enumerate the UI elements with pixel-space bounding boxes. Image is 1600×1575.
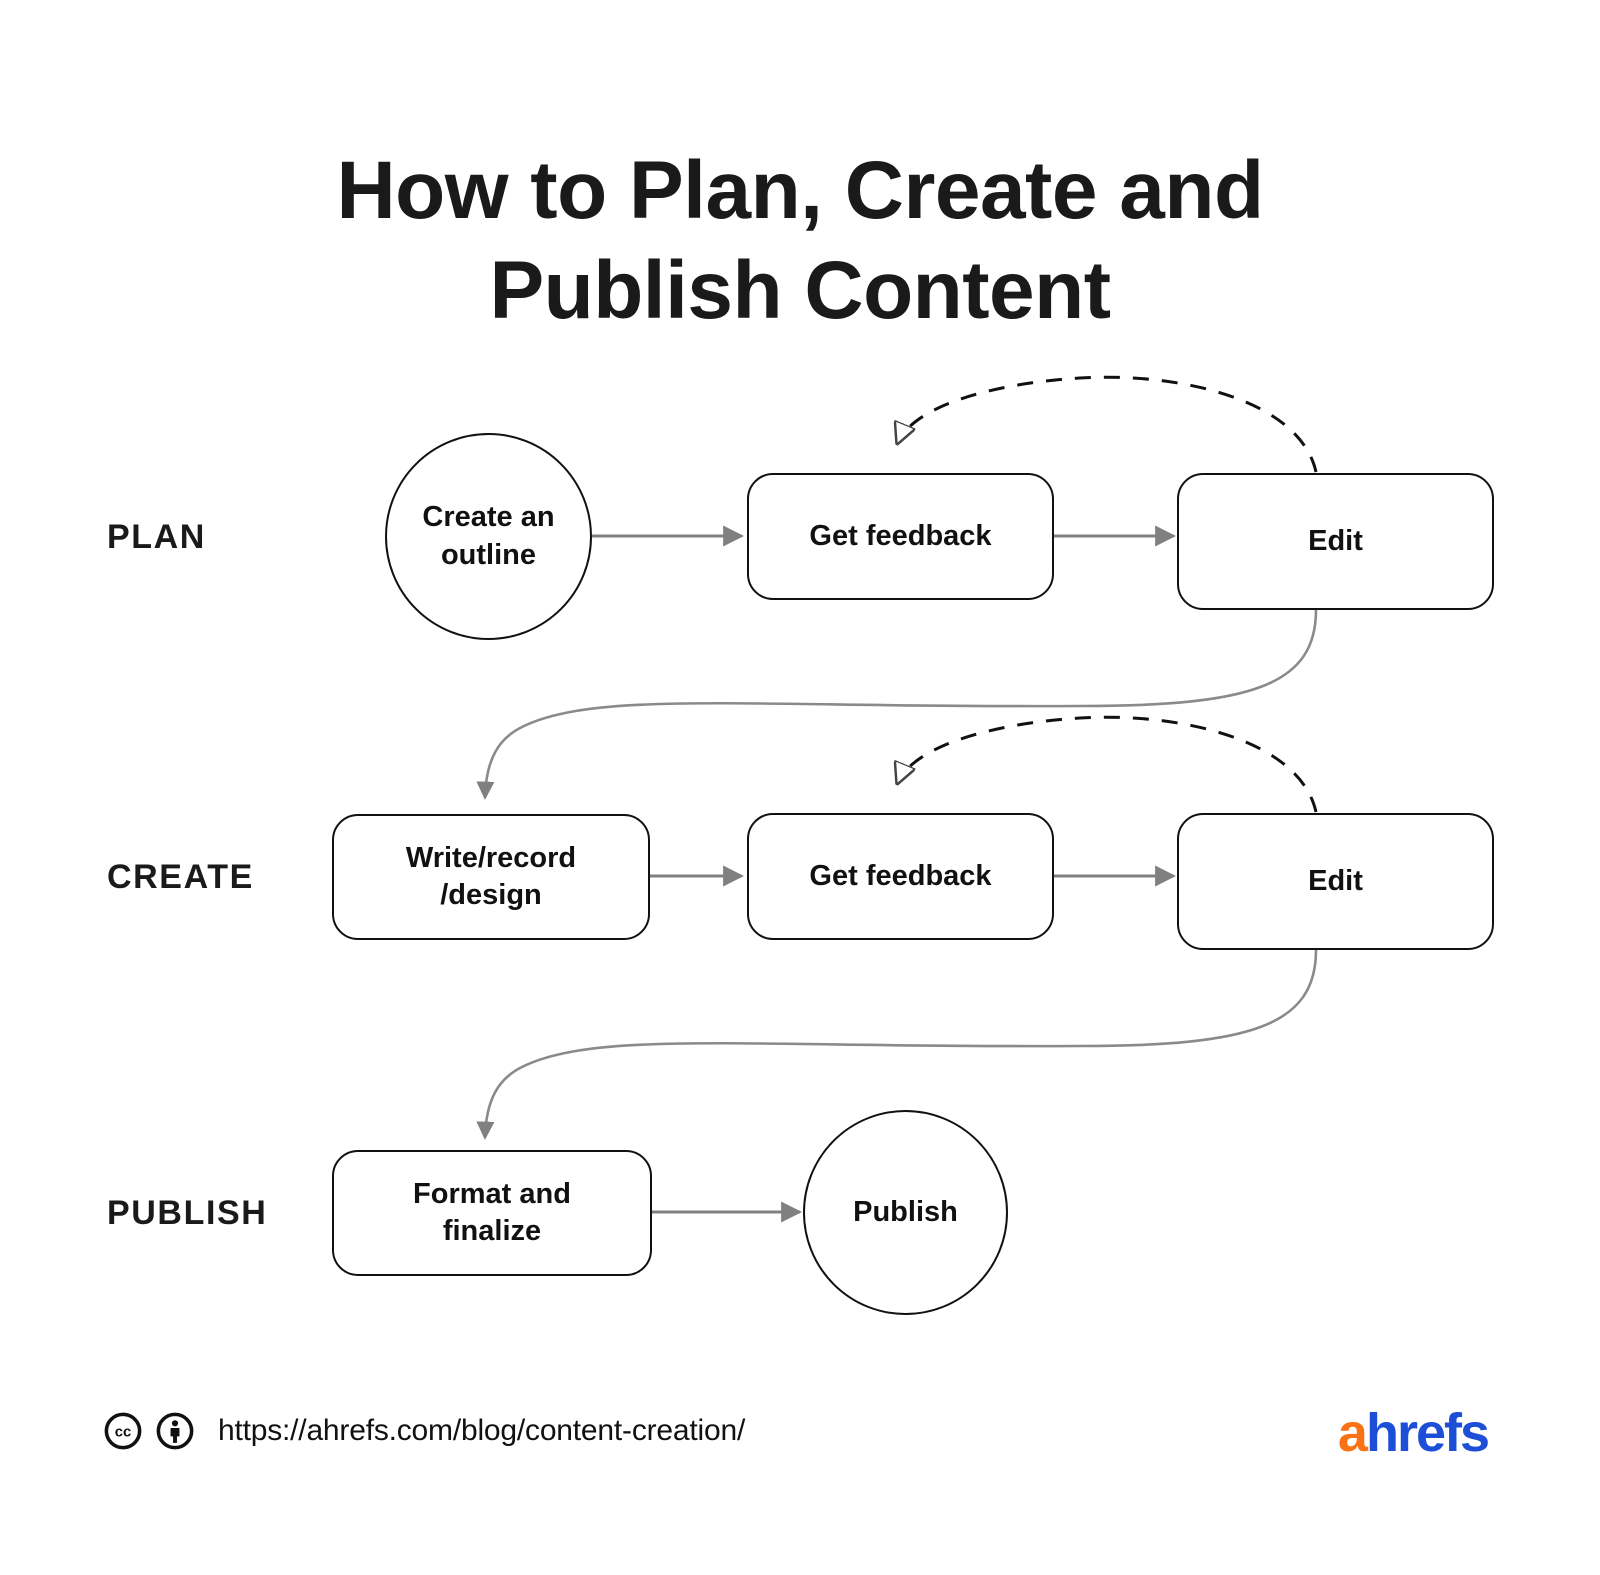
ahrefs-logo-a: a <box>1337 1403 1368 1463</box>
stage-label-create: CREATE <box>107 858 254 896</box>
node-create-outline[interactable]: Create an outline <box>385 433 592 640</box>
node-create-edit[interactable]: Edit <box>1177 813 1494 950</box>
footer-url[interactable]: https://ahrefs.com/blog/content-creation… <box>218 1414 745 1448</box>
node-write-record-design-label: Write/record /design <box>406 840 576 914</box>
node-write-record-design[interactable]: Write/record /design <box>332 814 650 940</box>
node-create-get-feedback[interactable]: Get feedback <box>747 813 1054 940</box>
title-line-1: How to Plan, Create and <box>336 144 1264 236</box>
node-plan-edit-label: Edit <box>1308 524 1363 557</box>
stage-label-publish: PUBLISH <box>107 1194 268 1232</box>
node-publish-label: Publish <box>853 1195 958 1228</box>
node-create-outline-label: Create an outline <box>422 499 554 573</box>
ahrefs-logo-hrefs: hrefs <box>1365 1403 1490 1463</box>
node-write-record-design-line-1: Write/record <box>405 841 577 874</box>
footer: cc https://ahrefs.com/blog/content-creat… <box>104 1412 745 1450</box>
node-write-record-design-line-2: /design <box>440 879 542 911</box>
edge-create-edit-to-create-feedback-dashed <box>897 715 1318 813</box>
node-create-get-feedback-label: Get feedback <box>809 859 992 892</box>
title-line-2: Publish Content <box>489 244 1111 336</box>
node-format-and-finalize-line-2: finalize <box>442 1215 542 1247</box>
by-person-icon <box>156 1412 194 1450</box>
node-create-outline-line-2: outline <box>440 538 537 571</box>
edge-plan-edit-to-plan-feedback-dashed <box>897 375 1318 473</box>
cc-icon: cc <box>104 1412 142 1450</box>
node-create-outline-line-1: Create an <box>422 501 555 534</box>
node-plan-get-feedback-label: Get feedback <box>809 519 992 552</box>
page-title: How to Plan, Create and Publish Content <box>0 141 1600 341</box>
svg-text:cc: cc <box>115 1424 132 1440</box>
node-format-and-finalize-label: Format and finalize <box>413 1176 571 1250</box>
ahrefs-logo[interactable]: ahrefs <box>1337 1403 1490 1463</box>
node-format-and-finalize[interactable]: Format and finalize <box>332 1150 652 1276</box>
node-format-and-finalize-line-1: Format and <box>413 1177 571 1210</box>
stage-label-plan: PLAN <box>107 518 206 556</box>
edge-plan-edit-to-write-record <box>476 609 1318 800</box>
node-plan-get-feedback[interactable]: Get feedback <box>747 473 1054 600</box>
node-create-edit-label: Edit <box>1308 864 1363 897</box>
node-publish[interactable]: Publish <box>803 1110 1008 1315</box>
node-plan-edit[interactable]: Edit <box>1177 473 1494 610</box>
infographic-canvas: How to Plan, Create and Publish Content <box>0 0 1600 1575</box>
